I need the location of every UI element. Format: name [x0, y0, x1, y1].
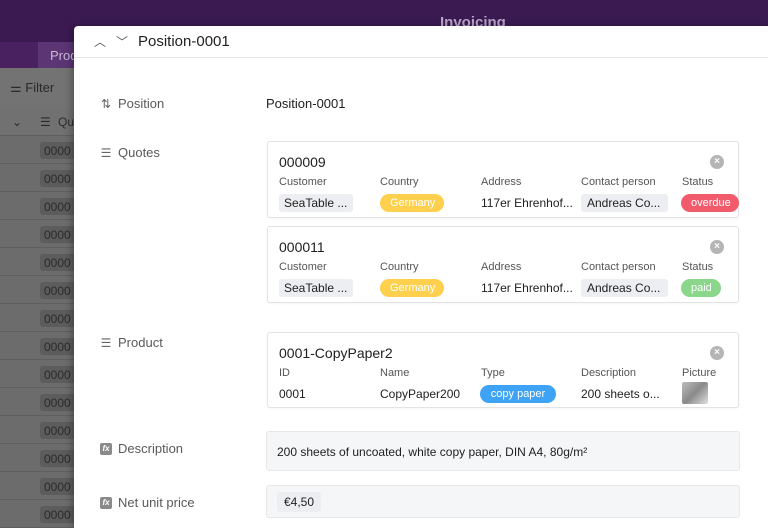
status-badge: overdue — [681, 194, 739, 212]
table-row[interactable]: 0000 — [0, 164, 80, 192]
field-label-quotes: ☰ Quotes — [100, 145, 160, 160]
field-label-product: ☰ Product — [100, 335, 163, 350]
description-value: 200 sheets of uncoated, white copy paper… — [277, 445, 588, 459]
address-value: 117er Ehrenhof... — [481, 196, 573, 210]
table-row[interactable]: 0000 — [0, 360, 80, 388]
column-header-label: Qu — [58, 115, 75, 129]
table-row[interactable]: 0000 — [0, 248, 80, 276]
table-row[interactable]: 0000 — [0, 192, 80, 220]
field-label-net-unit-price: fx Net unit price — [100, 495, 195, 510]
field-label-description: fx Description — [100, 441, 183, 456]
status-badge: paid — [681, 279, 721, 297]
table-row[interactable]: 0000 — [0, 500, 80, 528]
tab-products[interactable]: Prod — [38, 42, 78, 68]
description-field: 200 sheets of uncoated, white copy paper… — [266, 431, 740, 471]
auto-number-icon: ⇅ — [100, 96, 112, 111]
net-unit-price-field: €4,50 — [266, 485, 740, 518]
col-label-contact-person: Contact person — [581, 176, 656, 188]
table-row[interactable]: 0000 — [0, 220, 80, 248]
product-name-value: CopyPaper200 — [380, 387, 461, 401]
remove-link-icon[interactable]: × — [710, 346, 724, 360]
country-chip: Germany — [380, 279, 444, 297]
customer-chip: SeaTable ... — [279, 194, 353, 212]
contact-chip: Andreas Co... — [581, 279, 668, 297]
table-row[interactable]: 0000 — [0, 472, 80, 500]
col-label-country: Country — [380, 176, 419, 188]
product-id: 0001-CopyPaper2 — [279, 345, 393, 361]
quote-id: 000009 — [279, 154, 326, 170]
formula-icon: fx — [100, 496, 112, 509]
filter-button[interactable]: ⚌ Filter — [10, 80, 54, 96]
next-record-icon[interactable]: ﹀ — [114, 34, 130, 50]
remove-link-icon[interactable]: × — [710, 155, 724, 169]
col-label-name: Name — [380, 367, 410, 379]
col-label-status: Status — [682, 176, 714, 188]
dialog-title: Position-0001 — [138, 33, 230, 50]
col-label-address: Address — [481, 261, 522, 273]
filter-label: Filter — [25, 80, 55, 95]
table-row[interactable]: 0000 — [0, 416, 80, 444]
table-row[interactable]: 0000 — [0, 444, 80, 472]
col-label-contact-person: Contact person — [581, 261, 656, 273]
col-label-type: Type — [481, 367, 505, 379]
dialog-header: ︿ ﹀ Position-0001 — [74, 26, 768, 58]
table-row[interactable]: 0000 — [0, 276, 80, 304]
contact-chip: Andreas Co... — [581, 194, 668, 212]
net-unit-price-value: €4,50 — [277, 492, 322, 512]
link-list-icon: ☰ — [100, 145, 112, 160]
col-label-status: Status — [682, 261, 714, 273]
record-dialog: ︿ ﹀ Position-0001 ⇅ Position Position-00… — [74, 26, 768, 528]
column-header[interactable]: ⌄ ☰ Qu — [0, 108, 80, 136]
remove-link-icon[interactable]: × — [710, 240, 724, 254]
link-list-icon: ☰ — [100, 335, 112, 350]
col-label-customer: Customer — [279, 176, 327, 188]
product-description-value: 200 sheets o... — [581, 387, 660, 401]
linked-product-card[interactable]: 0001-CopyPaper2 × ID Name Type Descripti… — [267, 332, 739, 408]
col-label-customer: Customer — [279, 261, 327, 273]
type-chip: copy paper — [480, 385, 556, 403]
list-icon: ☰ — [40, 115, 51, 129]
linked-quote-card[interactable]: 000009 × Customer Country Address Contac… — [267, 141, 739, 218]
linked-quote-card[interactable]: 000011 × Customer Country Address Contac… — [267, 226, 739, 303]
col-label-description: Description — [581, 367, 637, 379]
product-id-value: 0001 — [279, 387, 306, 401]
field-label-position: ⇅ Position — [100, 96, 165, 111]
country-chip: Germany — [380, 194, 444, 212]
filter-icon: ⚌ — [10, 80, 26, 95]
customer-chip: SeaTable ... — [279, 279, 353, 297]
col-label-address: Address — [481, 176, 522, 188]
previous-record-icon[interactable]: ︿ — [92, 34, 108, 50]
table-row[interactable]: 0000 — [0, 304, 80, 332]
col-label-country: Country — [380, 261, 419, 273]
position-value: Position-0001 — [266, 96, 346, 111]
formula-icon: fx — [100, 442, 112, 455]
chevron-down-icon[interactable]: ⌄ — [12, 115, 22, 129]
table-row[interactable]: 0000 — [0, 332, 80, 360]
product-picture-thumbnail[interactable] — [682, 382, 708, 404]
table-row[interactable]: 0000 — [0, 388, 80, 416]
address-value: 117er Ehrenhof... — [481, 281, 573, 295]
quote-id: 000011 — [279, 239, 325, 255]
col-label-id: ID — [279, 367, 290, 379]
table-row[interactable]: 0000 — [0, 136, 80, 164]
col-label-picture: Picture — [682, 367, 717, 379]
